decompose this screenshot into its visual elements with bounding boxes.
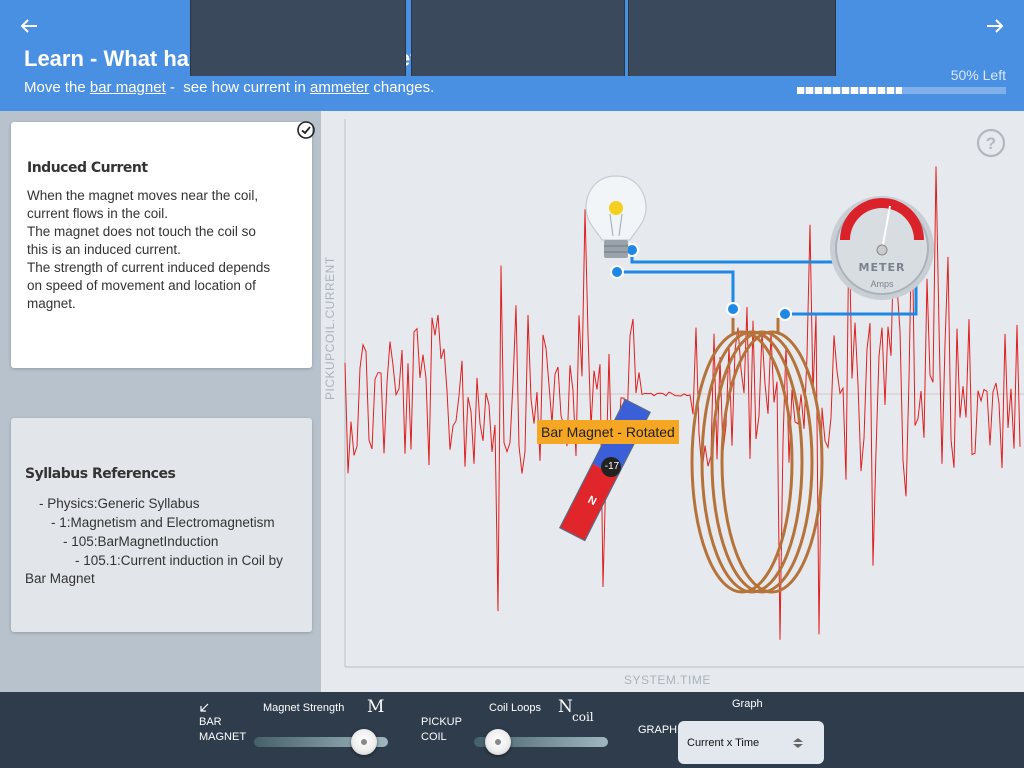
syllabus-line: - Physics:Generic Syllabus (39, 496, 200, 511)
svg-text:?: ? (986, 134, 996, 153)
info-heading: Induced Current (27, 160, 148, 176)
coil-loops-subscript: coil (572, 710, 594, 724)
meter-title: METER (858, 261, 906, 274)
magnet-strength-slider-handle[interactable] (351, 729, 378, 755)
info-line: on speed of movement and location of (27, 278, 256, 293)
current-graph (344, 119, 1024, 668)
info-line: current flows in the coil. (27, 206, 169, 221)
info-line: this is an induced current. (27, 242, 181, 257)
progress-fill (797, 87, 902, 94)
meter-unit: Amps (870, 279, 894, 289)
ammeter-link[interactable]: ammeter (310, 79, 369, 96)
progress-bar (797, 87, 1006, 94)
page-subtitle: Move the bar magnet - see how current in… (24, 79, 435, 96)
syllabus-card: Syllabus References - Physics:Generic Sy… (11, 418, 312, 632)
dropdown-arrows-icon (793, 738, 803, 748)
arrow-down-left-icon (200, 703, 209, 712)
bar-magnet-label-2: MAGNET (199, 731, 247, 743)
graph-y-label: PICKUPCOIL.CURRENT (323, 256, 337, 400)
syllabus-line: - 1:Magnetism and Electromagnetism (51, 515, 275, 530)
graph-type-value: Current x Time (687, 737, 760, 749)
graph-label: GRAPH (638, 724, 678, 736)
magnet-strength-symbol: M (367, 697, 385, 717)
bar-magnet-tooltip: Bar Magnet - Rotated (537, 420, 679, 444)
info-line: magnet. (27, 296, 76, 311)
back-arrow-icon[interactable] (15, 12, 43, 40)
graph-title: Graph (732, 698, 763, 710)
coil-controls (411, 0, 625, 76)
checkmark-circle-icon[interactable] (296, 120, 316, 140)
pickup-coil-label-2: COIL (421, 731, 447, 743)
progress-label: 50% Left (950, 67, 1006, 83)
pickup-coil-label: PICKUP (421, 716, 462, 728)
help-icon[interactable]: ? (976, 128, 1006, 158)
magnet-strength-label: Magnet Strength (263, 702, 345, 714)
forward-arrow-icon[interactable] (981, 12, 1009, 40)
magnet-value: -17 (604, 461, 620, 472)
coil-loops-label: Coil Loops (489, 702, 541, 714)
info-line: The magnet does not touch the coil so (27, 224, 256, 239)
syllabus-line: Bar Magnet (25, 571, 95, 586)
syllabus-line: - 105.1:Current induction in Coil by (75, 553, 283, 568)
graph-controls (628, 0, 836, 76)
magnet-controls (190, 0, 406, 76)
syllabus-line: - 105:BarMagnetInduction (63, 534, 219, 549)
syllabus-heading: Syllabus References (25, 466, 176, 482)
info-line: When the magnet moves near the coil, (27, 188, 259, 203)
info-card: Induced Current When the magnet moves ne… (11, 121, 315, 368)
info-body: When the magnet moves near the coil, cur… (27, 187, 302, 313)
info-line: The strength of current induced depends (27, 260, 271, 275)
coil-loops-slider-handle[interactable] (484, 729, 511, 755)
bar-magnet-link[interactable]: bar magnet (90, 79, 166, 96)
bar-magnet-label: BAR (199, 716, 222, 728)
coil-loops-symbol: N (558, 697, 573, 717)
graph-type-select[interactable]: Current x Time (678, 721, 824, 764)
graph-x-label: SYSTEM.TIME (624, 673, 711, 687)
